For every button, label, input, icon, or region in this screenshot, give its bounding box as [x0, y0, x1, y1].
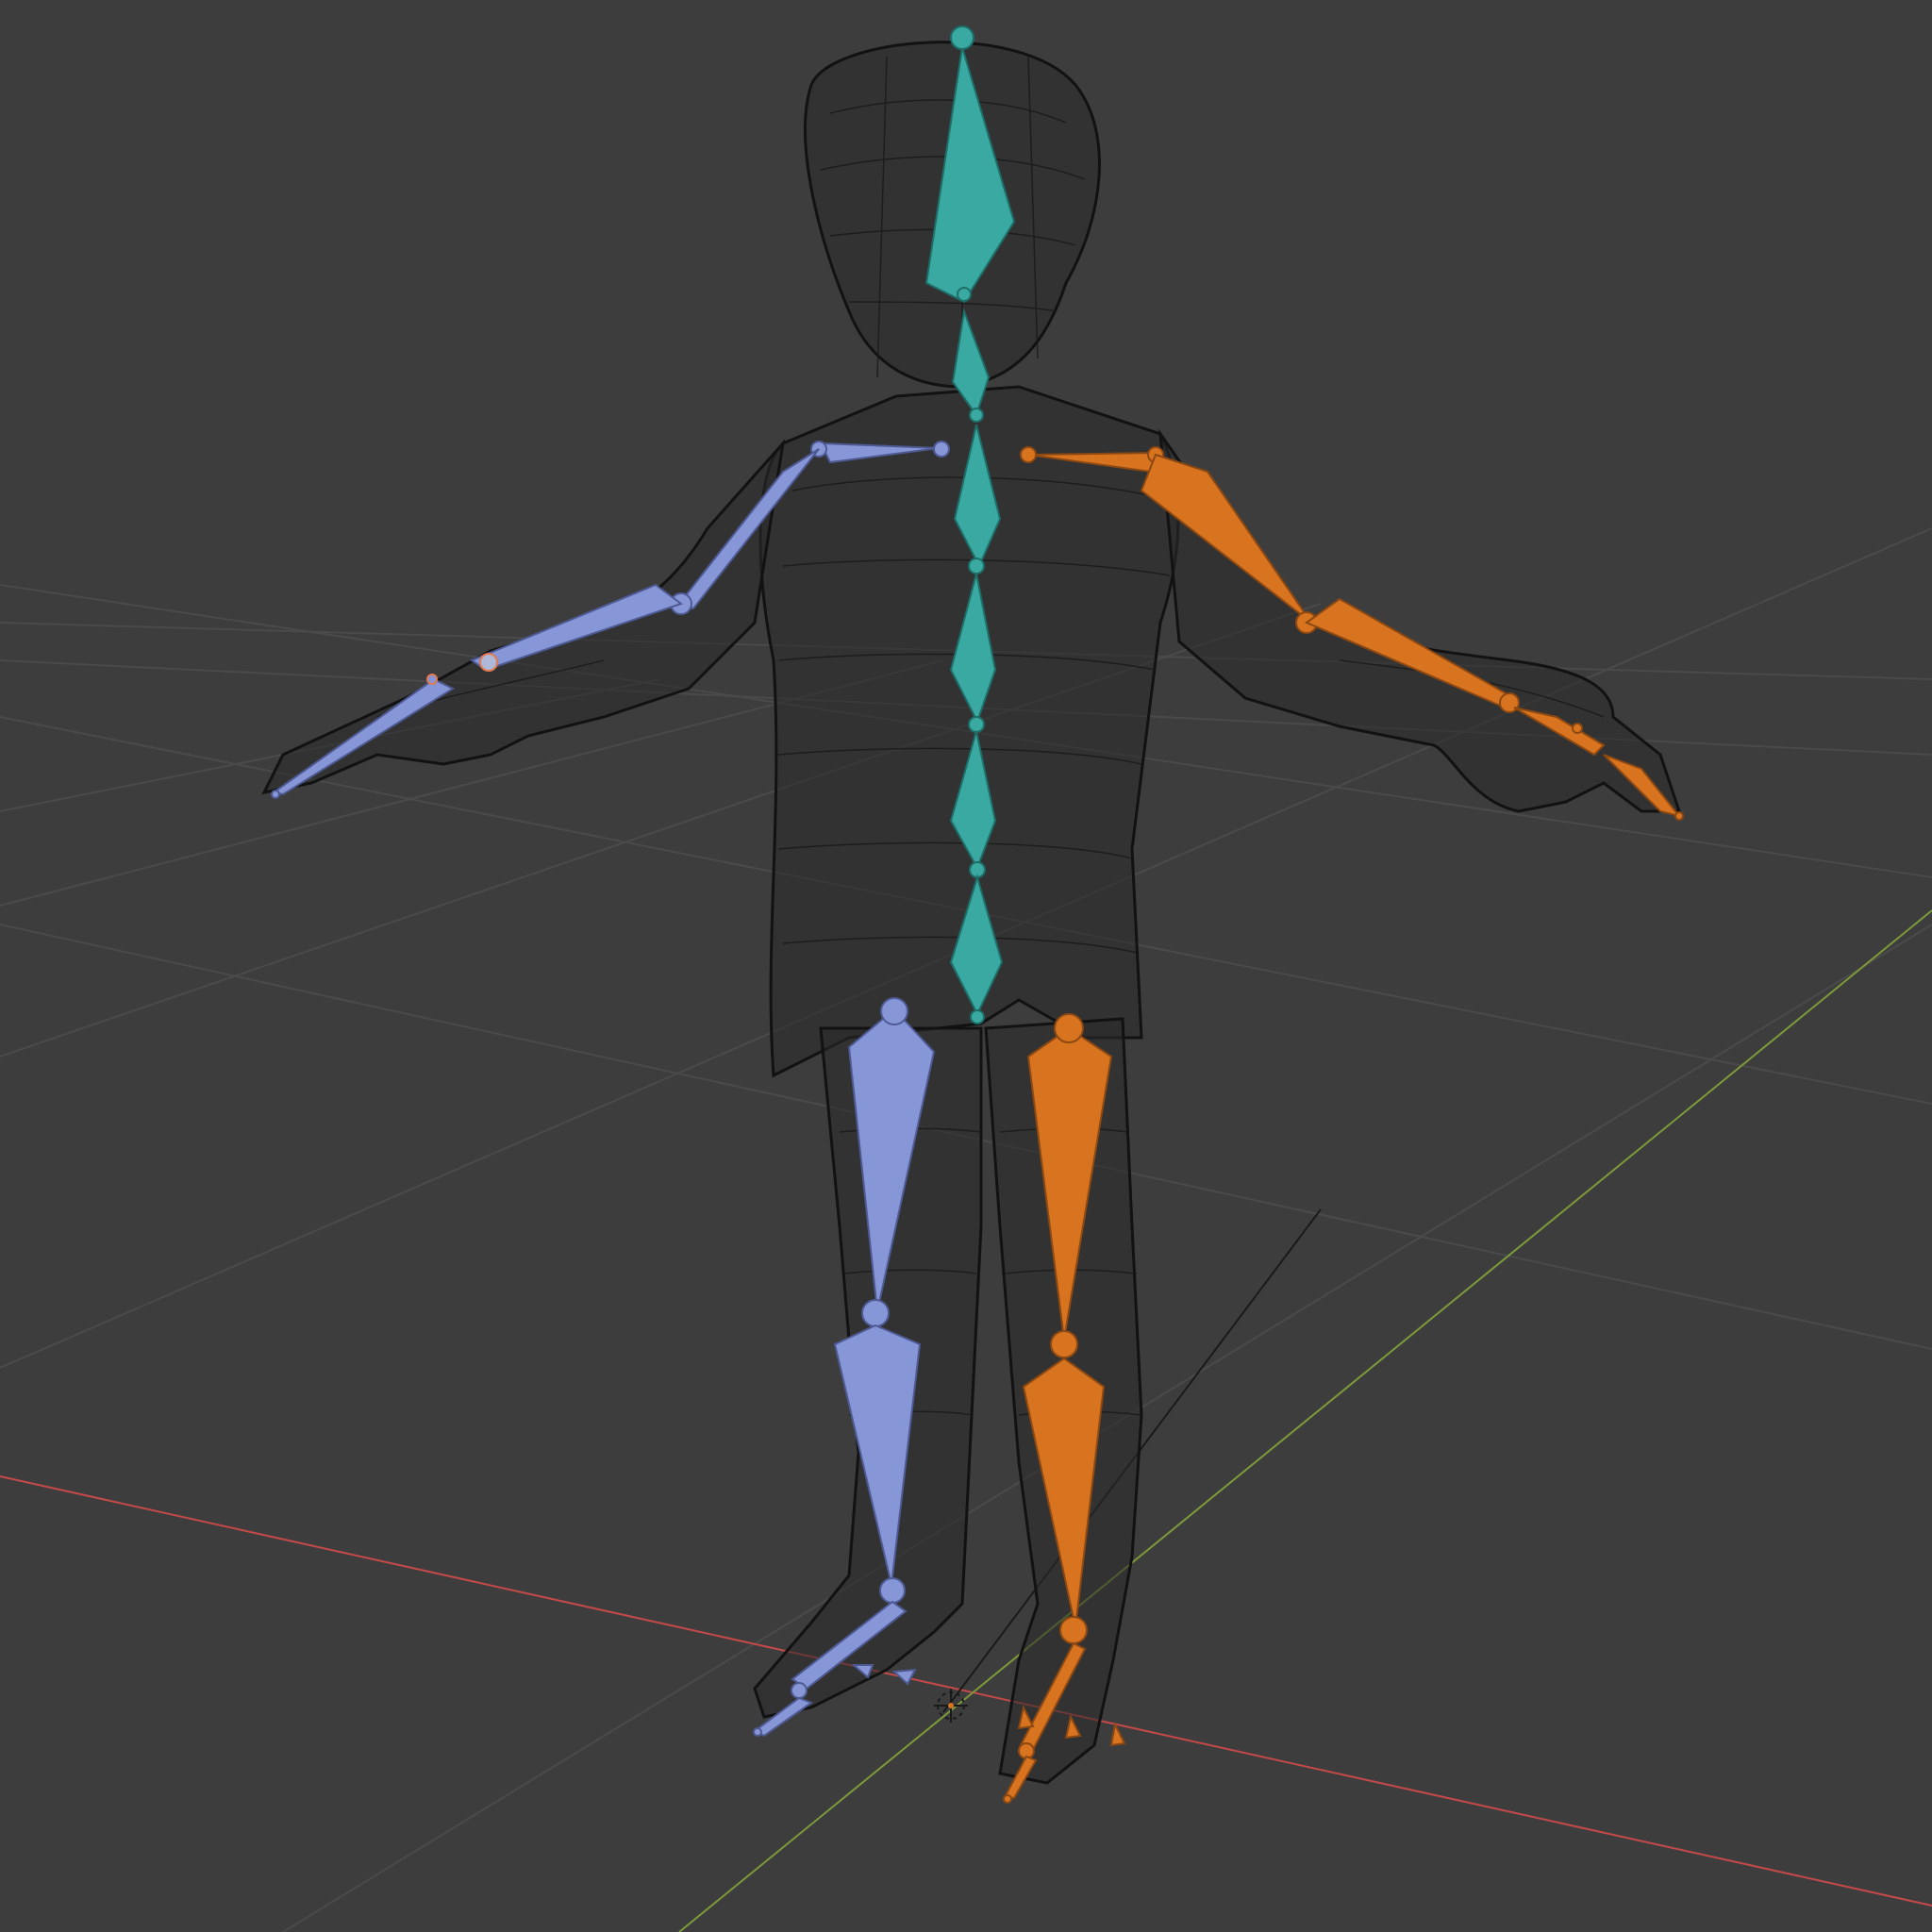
3d-viewport[interactable] [0, 0, 1932, 1932]
viewport-canvas[interactable] [0, 0, 1932, 1932]
